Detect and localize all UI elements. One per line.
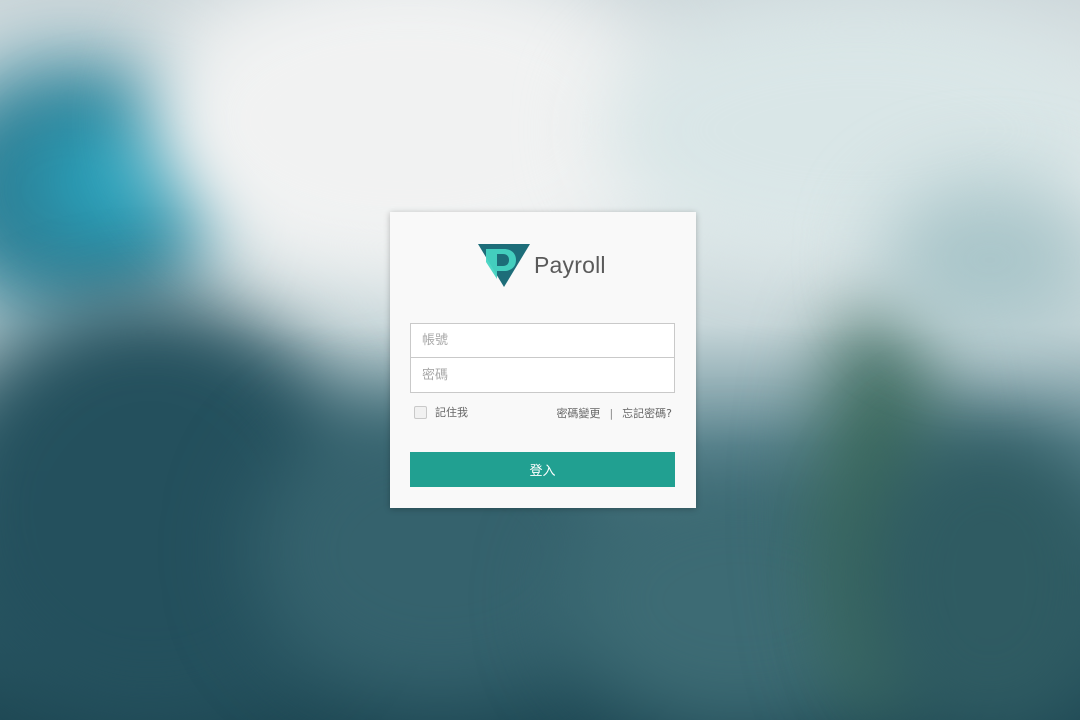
- password-input[interactable]: [410, 358, 675, 393]
- brand-logo: Payroll: [478, 242, 606, 288]
- link-separator: |: [609, 406, 614, 420]
- account-links: 密碼變更 | 忘記密碼?: [556, 405, 672, 421]
- payroll-logo-icon: [478, 244, 530, 287]
- login-card: Payroll 記住我 密碼變更 | 忘記密碼? 登入: [390, 212, 696, 508]
- username-input[interactable]: [410, 323, 675, 358]
- remember-me[interactable]: 記住我: [414, 404, 468, 420]
- login-button[interactable]: 登入: [410, 452, 675, 487]
- forgot-password-link[interactable]: 忘記密碼?: [622, 405, 672, 421]
- brand-name: Payroll: [534, 251, 606, 278]
- change-password-link[interactable]: 密碼變更: [556, 405, 600, 421]
- footer-mark: [522, 694, 558, 703]
- remember-me-label: 記住我: [435, 406, 468, 419]
- remember-me-checkbox[interactable]: [414, 405, 427, 419]
